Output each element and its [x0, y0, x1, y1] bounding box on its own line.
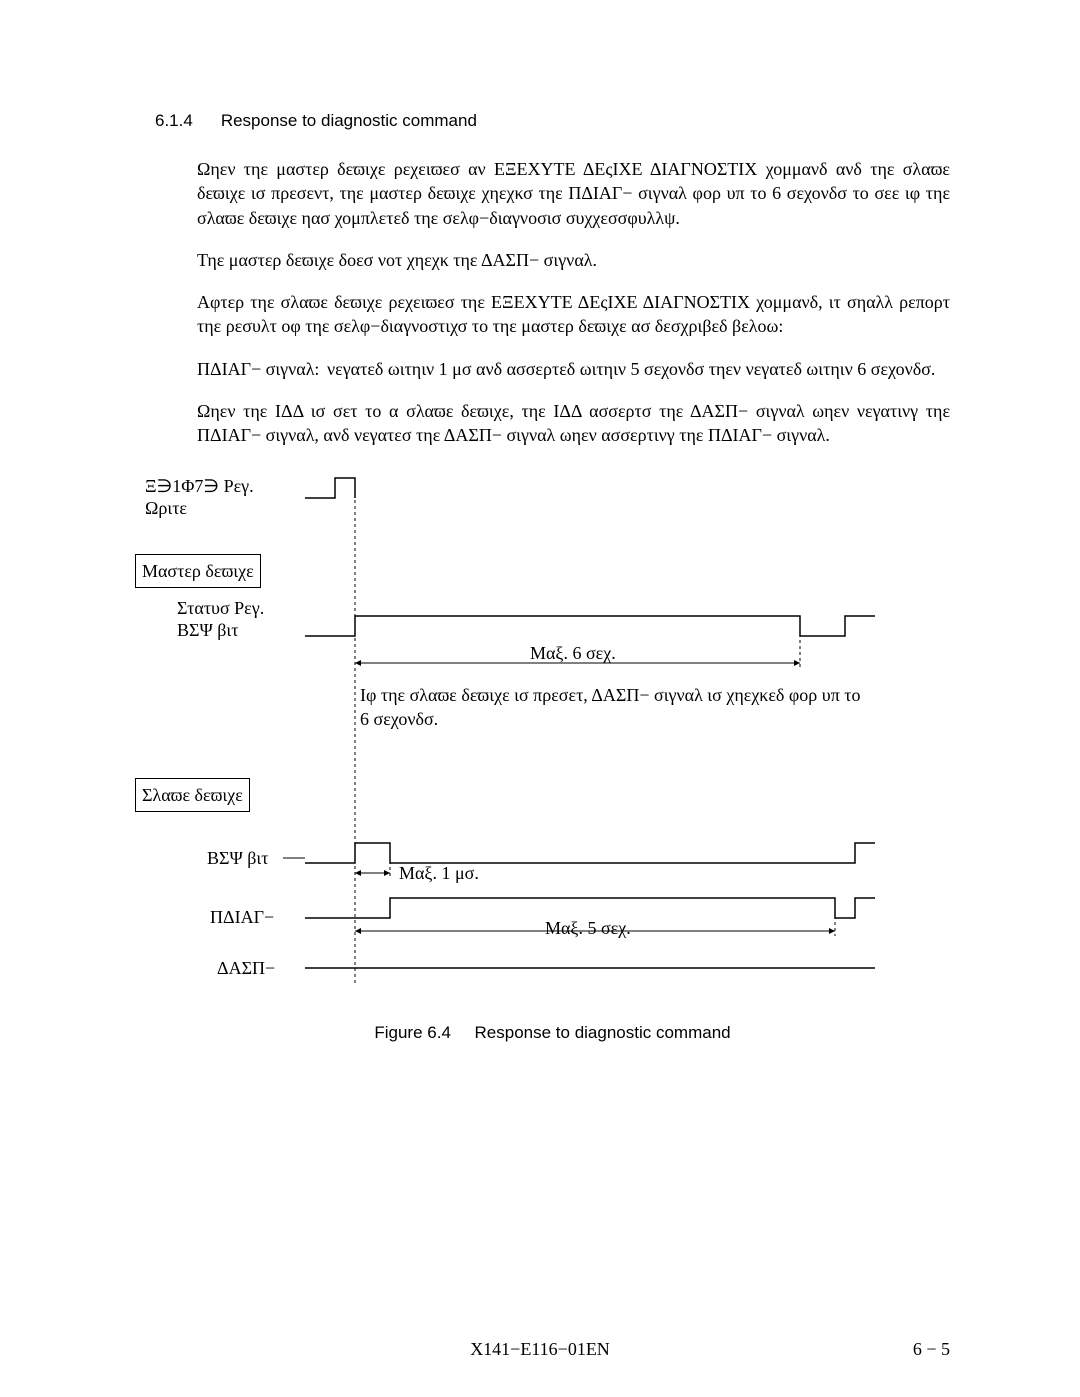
body-text: Ωηεν τηε μαστερ δεϖιχε ρεχειϖεσ αν ΕΞΕΧΥ… [197, 157, 950, 448]
label-status-reg: Στατυσ Ρεγ. [177, 596, 264, 620]
figure-caption: Figure 6.4 Response to diagnostic comman… [155, 1022, 950, 1045]
paragraph: Αφτερ τηε σλαϖε δεϖιχε ρεχειϖεσ τηε ΕΞΕΧ… [197, 290, 950, 339]
label-max-5-sec: Μαξ. 5 σεχ. [545, 916, 631, 940]
paragraph: Ωηεν τηε μαστερ δεϖιχε ρεχειϖεσ αν ΕΞΕΧΥ… [197, 157, 950, 230]
signal-def-label: ΠΔΙΑΓ− σιγναλ: [197, 357, 327, 381]
figure-title: Response to diagnostic command [475, 1023, 731, 1042]
label-bsy-bit-slave: ΒΣΨ βιτ [207, 846, 269, 870]
paragraph: Ωηεν τηε ΙΔΔ ισ σετ το α σλαϖε δεϖιχε, τ… [197, 399, 950, 448]
box-master-device: Μαστερ δεϖιχε [135, 554, 261, 588]
label-max-6-sec: Μαξ. 6 σεχ. [530, 641, 616, 665]
signal-definition: ΠΔΙΑΓ− σιγναλ: νεγατεδ ωιτηιν 1 μσ ανδ α… [197, 357, 950, 381]
signal-def-body: νεγατεδ ωιτηιν 1 μσ ανδ ασσερτεδ ωιτηιν … [327, 357, 950, 381]
figure-number: Figure 6.4 [374, 1023, 451, 1042]
label-pdiag: ΠΔΙΑΓ− [210, 905, 274, 929]
timing-diagram: Ξ∋1Φ7∋ Ρεγ. Ωριτε Μαστερ δεϖιχε Στατυσ Ρ… [135, 468, 925, 998]
label-dasp: ΔΑΣΠ− [217, 956, 275, 980]
page: 6.1.4 Response to diagnostic command Ωηε… [0, 0, 1080, 1397]
label-max-1-ms: Μαξ. 1 μσ. [399, 861, 479, 885]
label-dasp-check-note: Ιφ τηε σλαϖε δεϖιχε ισ πρεσετ, ΔΑΣΠ− σιγ… [360, 683, 870, 732]
footer-page-number: 6 − 5 [913, 1337, 950, 1361]
paragraph: Τηε μαστερ δεϖιχε δοεσ νοτ χηεχκ τηε ΔΑΣ… [197, 248, 950, 272]
section-number: 6.1.4 [155, 110, 193, 133]
label-reg-write-1: Ξ∋1Φ7∋ Ρεγ. [145, 474, 254, 498]
section-heading: 6.1.4 Response to diagnostic command [155, 110, 950, 133]
label-bsy-bit-master: ΒΣΨ βιτ [177, 618, 239, 642]
section-title: Response to diagnostic command [221, 110, 477, 133]
box-slave-device: Σλαϖε δεϖιχε [135, 778, 250, 812]
label-reg-write-2: Ωριτε [145, 496, 187, 520]
